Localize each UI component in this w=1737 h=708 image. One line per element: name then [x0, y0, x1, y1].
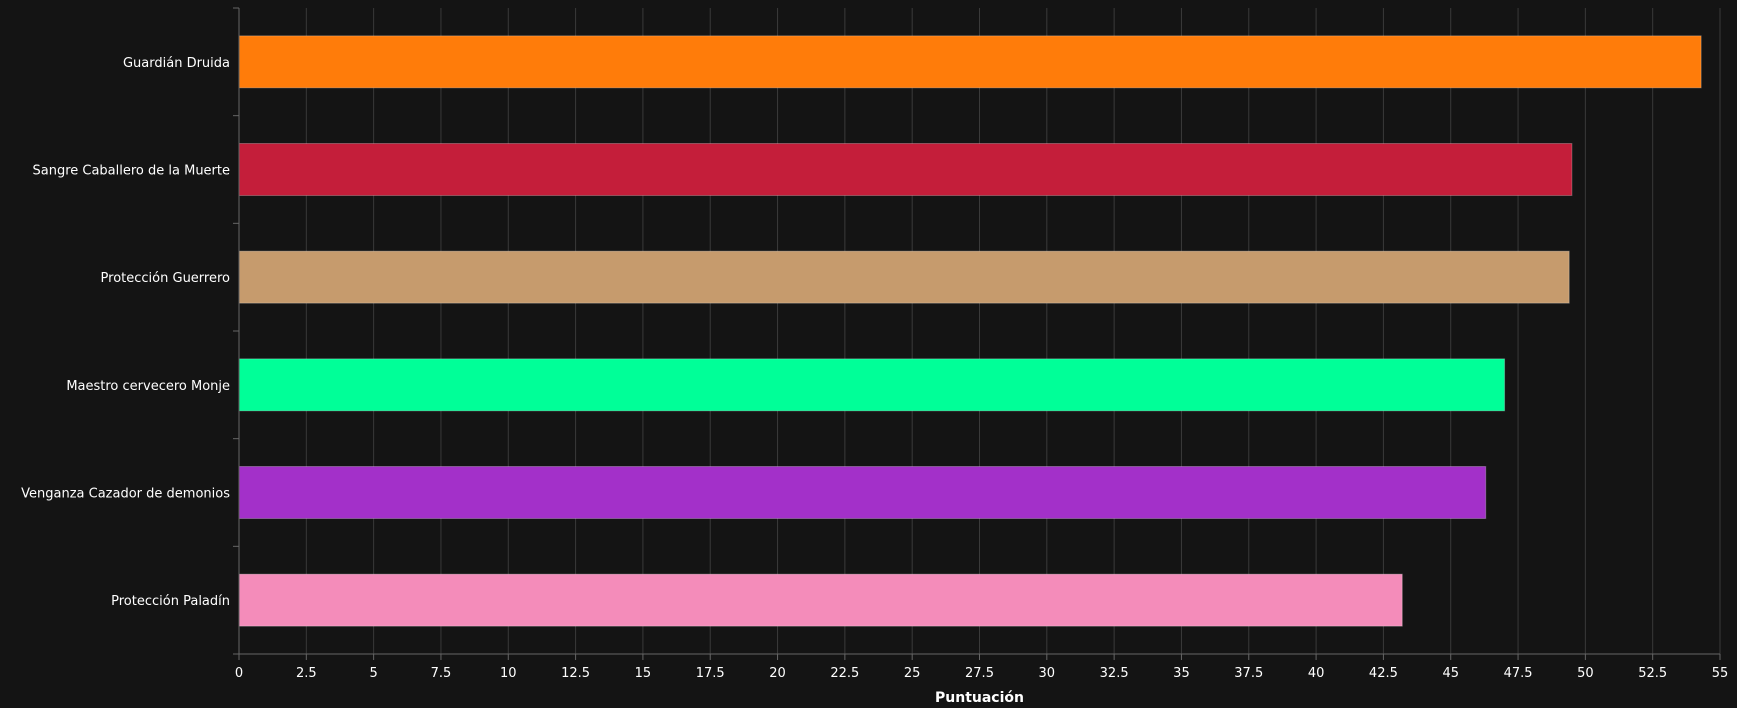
- grid-lines: [238, 8, 1721, 654]
- x-tick-label: 40: [1308, 666, 1325, 681]
- chart-container: Guardián Druida Sangre Caballero de la Mu…: [0, 0, 1737, 708]
- x-tick-label: 35: [1173, 666, 1190, 681]
- bar[interactable]: [238, 358, 1506, 412]
- bar[interactable]: [238, 250, 1570, 304]
- category-label: Maestro cervecero Monje: [66, 379, 230, 394]
- x-tick-label: 37.5: [1234, 666, 1263, 681]
- bar[interactable]: [238, 143, 1573, 196]
- x-tick-label: 47.5: [1504, 666, 1533, 681]
- bars: [238, 35, 1702, 627]
- x-tick-label: 52.5: [1638, 666, 1667, 681]
- x-tick-label: 17.5: [696, 666, 725, 681]
- bar[interactable]: [238, 466, 1487, 519]
- x-tick-label: 5: [369, 666, 377, 681]
- x-tick-label: 42.5: [1369, 666, 1398, 681]
- x-tick-label: 15: [635, 666, 652, 681]
- category-label: Protección Paladín: [111, 594, 230, 609]
- x-tick-label: 50: [1577, 666, 1594, 681]
- category-label: Guardián Druida: [123, 56, 230, 71]
- category-label: Protección Guerrero: [101, 271, 230, 286]
- x-tick-label: 55: [1712, 666, 1729, 681]
- category-labels: Guardián Druida Sangre Caballero de la Mu…: [21, 56, 230, 609]
- x-tick-label: 7.5: [431, 666, 452, 681]
- bar[interactable]: [238, 35, 1702, 89]
- x-tick-label: 25: [904, 666, 921, 681]
- x-axis-title: Puntuación: [935, 690, 1024, 706]
- x-tick-label: 30: [1039, 666, 1056, 681]
- x-tick-label: 20: [769, 666, 786, 681]
- x-tick-label: 27.5: [965, 666, 994, 681]
- x-tick-label: 45: [1442, 666, 1459, 681]
- bar-chart: Guardián Druida Sangre Caballero de la Mu…: [21, 7, 1728, 706]
- category-label: Venganza Cazador de demonios: [21, 487, 230, 502]
- x-tick-label: 12.5: [561, 666, 590, 681]
- axes: [233, 7, 1720, 655]
- x-tick-label: 10: [500, 666, 517, 681]
- bar[interactable]: [238, 573, 1403, 627]
- x-tick-label: 2.5: [296, 666, 317, 681]
- x-tick-label: 32.5: [1100, 666, 1129, 681]
- x-tick-label: 0: [235, 666, 243, 681]
- x-tick-labels: 0 2.5 5 7.5 10 12.5 15 17.5 20 22.5 25 27.5 30 32.5 35…: [235, 654, 1728, 681]
- category-label: Sangre Caballero de la Muerte: [32, 164, 230, 179]
- x-tick-label: 22.5: [830, 666, 859, 681]
